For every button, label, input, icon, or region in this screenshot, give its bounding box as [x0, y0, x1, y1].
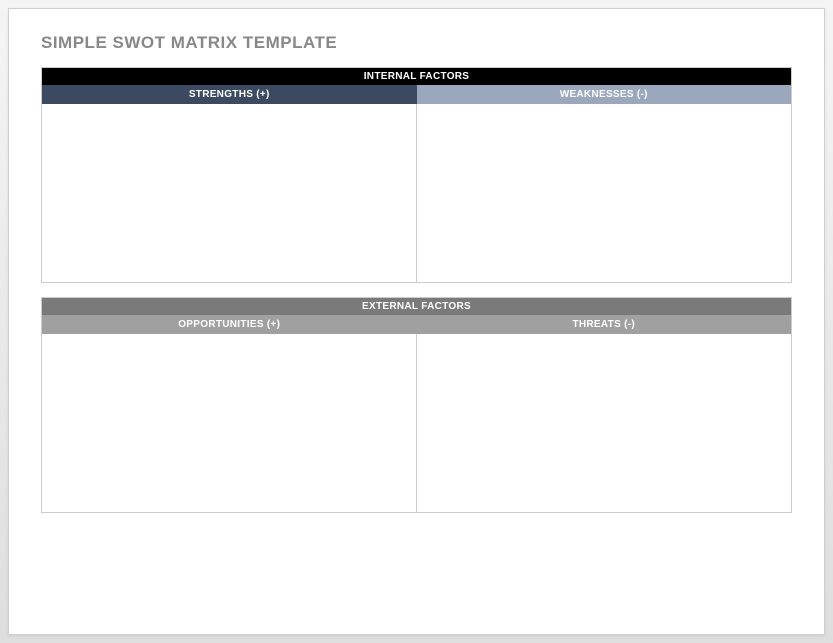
document-title: SIMPLE SWOT MATRIX TEMPLATE [41, 33, 792, 53]
external-factors-header: EXTERNAL FACTORS [42, 298, 791, 315]
document-page: SIMPLE SWOT MATRIX TEMPLATE INTERNAL FAC… [8, 8, 825, 635]
internal-column-headers: STRENGTHS (+) WEAKNESSES (-) [42, 85, 791, 104]
external-content-row [42, 334, 791, 512]
opportunities-cell[interactable] [42, 334, 417, 512]
external-column-headers: OPPORTUNITIES (+) THREATS (-) [42, 315, 791, 334]
strengths-cell[interactable] [42, 104, 417, 282]
threats-cell[interactable] [417, 334, 791, 512]
threats-header: THREATS (-) [417, 315, 792, 334]
internal-factors-header: INTERNAL FACTORS [42, 68, 791, 85]
weaknesses-header: WEAKNESSES (-) [417, 85, 792, 104]
opportunities-header: OPPORTUNITIES (+) [42, 315, 417, 334]
strengths-header: STRENGTHS (+) [42, 85, 417, 104]
internal-factors-section: INTERNAL FACTORS STRENGTHS (+) WEAKNESSE… [41, 67, 792, 283]
weaknesses-cell[interactable] [417, 104, 791, 282]
internal-content-row [42, 104, 791, 282]
external-factors-section: EXTERNAL FACTORS OPPORTUNITIES (+) THREA… [41, 297, 792, 513]
